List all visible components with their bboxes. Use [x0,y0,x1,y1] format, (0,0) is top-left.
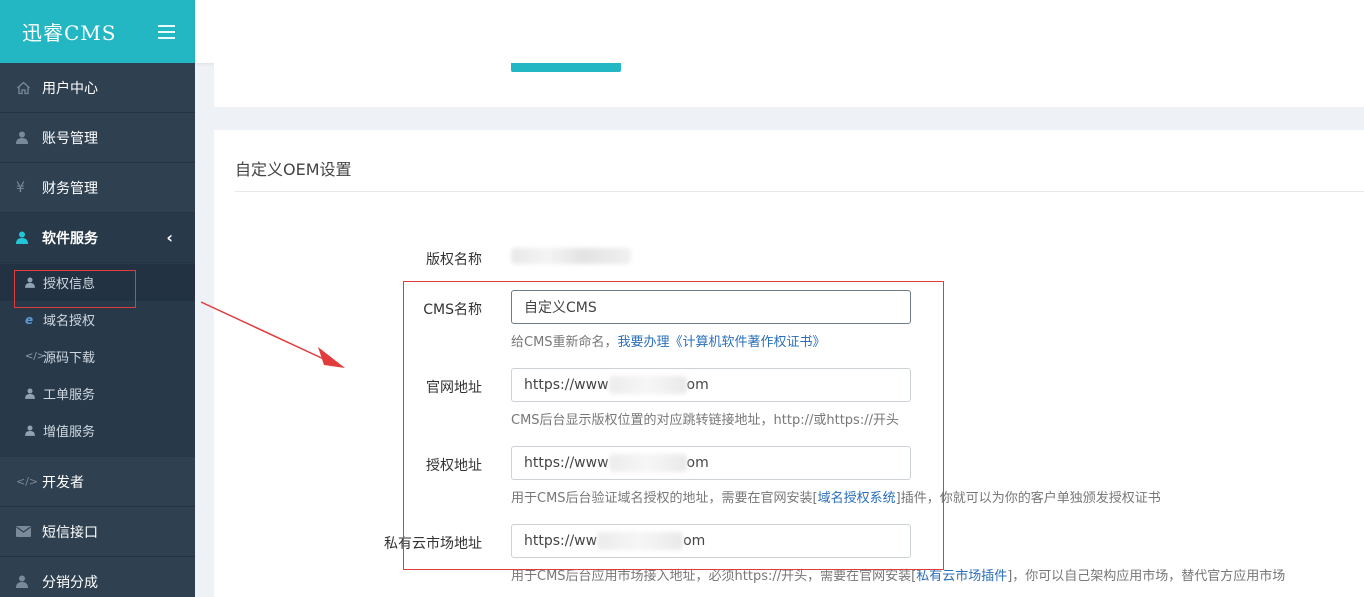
copyright-certificate-link[interactable]: 我要办理《计算机软件著作权证书》 [618,335,826,350]
sidebar-subitem-label: 增值服务 [43,425,96,440]
annotation-arrow [200,301,345,368]
market-url-help: 用于CMS后台应用市场接入地址，必须https://开头，需要在官网安装[私有云… [511,569,1286,584]
auth-url-input[interactable]: https://www om [511,446,911,480]
sidebar-subitem-label: 域名授权 [43,314,96,329]
copyright-label: 版权名称 [426,252,482,268]
chevron-left-icon: ‹ [166,228,173,247]
sidebar-submenu: 授权信息 e 域名授权 </> 源码下载 工单服务 增值服务 [0,263,195,457]
home-icon [16,81,38,95]
website-help: CMS后台显示版权位置的对应跳转链接地址，http://或https://开头 [511,413,899,428]
user-icon [25,277,43,288]
auth-url-redacted [608,454,687,472]
top-bar [195,0,1364,63]
sidebar-item-finance[interactable]: ¥ 财务管理 [0,163,195,213]
code-icon: </> [16,475,39,488]
menu-toggle-icon[interactable] [158,24,175,39]
sidebar-subitem-ticket[interactable]: 工单服务 [0,375,195,412]
user-icon [25,425,43,436]
sidebar-subitem-label: 源码下载 [43,351,96,366]
market-url-redacted [597,532,684,550]
sidebar-item-software[interactable]: 软件服务 ‹ [0,213,195,263]
brand-name: 迅睿CMS [22,21,117,45]
sidebar-item-label: 短信接口 [42,524,98,541]
website-input[interactable]: https://www om [511,368,911,402]
user-icon [16,231,38,244]
sidebar-item-label: 用户中心 [42,80,98,97]
sidebar-subitem-label: 工单服务 [43,388,96,403]
sidebar-item-account[interactable]: 账号管理 [0,113,195,163]
sidebar: 迅睿CMS 用户中心 账号管理 ¥ 财务管理 软件服务 ‹ 授权信息 e 域名授… [0,0,195,597]
sidebar-item-label: 分销分成 [42,574,98,591]
sidebar-item-label: 账号管理 [42,130,98,147]
code-icon: </> [25,351,46,362]
user-icon [16,575,38,588]
divider [235,191,1364,192]
auth-url-help: 用于CMS后台验证域名授权的地址，需要在官网安装[域名授权系统]插件，你就可以为… [511,491,1161,506]
sidebar-subitem-license[interactable]: 授权信息 [0,264,195,301]
sidebar-item-developer[interactable]: </> 开发者 [0,457,195,507]
submit-button-partial[interactable] [511,63,621,72]
website-label: 官网地址 [426,380,482,396]
cms-name-help: 给CMS重新命名，我要办理《计算机软件著作权证书》 [511,335,826,350]
auth-url-label: 授权地址 [426,458,482,474]
sidebar-item-distribution[interactable]: 分销分成 [0,557,195,597]
section-title: 自定义OEM设置 [235,160,352,179]
previous-card [214,63,1364,107]
sidebar-item-label: 软件服务 [42,230,98,247]
oem-settings-card: 自定义OEM设置 版权名称 CMS名称 给CMS重新命名，我要办理《计算机软件著… [214,130,1364,597]
domain-auth-system-link[interactable]: 域名授权系统 [818,491,896,506]
sidebar-item-label: 开发者 [42,474,84,491]
copyright-value-redacted [511,246,636,266]
yen-icon: ¥ [16,179,25,196]
market-url-input[interactable]: https://ww om [511,524,911,558]
sidebar-item-label: 财务管理 [42,180,98,197]
sidebar-item-user-center[interactable]: 用户中心 [0,63,195,113]
ie-icon: e [25,312,34,327]
market-url-label: 私有云市场地址 [384,536,482,552]
user-icon [16,131,38,144]
sidebar-subitem-domain-auth[interactable]: e 域名授权 [0,301,195,338]
private-market-plugin-link[interactable]: 私有云市场插件 [916,569,1007,584]
cms-name-label: CMS名称 [423,302,482,318]
cms-name-input[interactable] [511,290,911,324]
sidebar-subitem-source-download[interactable]: </> 源码下载 [0,338,195,375]
sidebar-subitem-value-added[interactable]: 增值服务 [0,412,195,449]
sidebar-subitem-label: 授权信息 [43,277,96,292]
brand-header: 迅睿CMS [0,0,195,63]
website-redacted [608,376,687,394]
envelope-icon [16,526,38,537]
user-icon [25,388,43,399]
sidebar-item-sms[interactable]: 短信接口 [0,507,195,557]
